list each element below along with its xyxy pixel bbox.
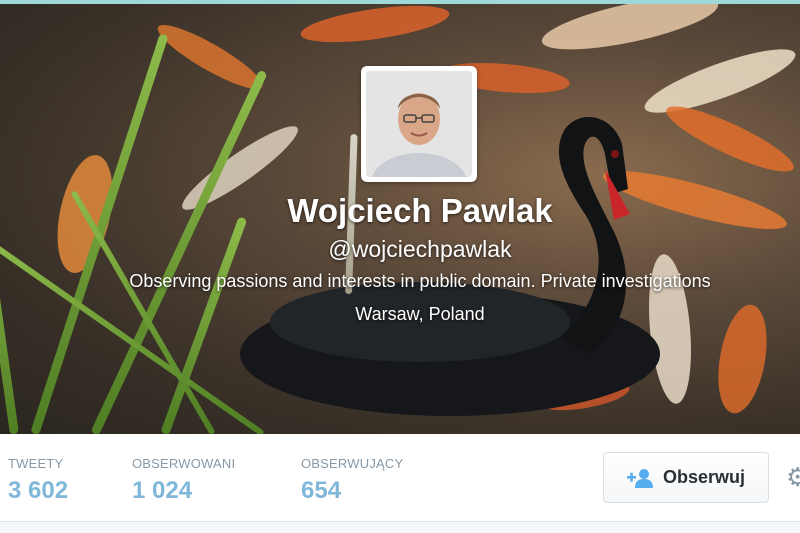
profile-avatar[interactable] [361, 66, 477, 182]
stat-value: 1 024 [132, 477, 193, 504]
profile-header: Wojciech Pawlak @wojciechpawlak Observin… [0, 4, 800, 434]
follow-button[interactable]: Obserwuj [603, 452, 769, 503]
gear-icon[interactable]: ⚙ [786, 462, 800, 493]
add-user-icon [626, 468, 653, 488]
avatar-photo [366, 71, 472, 177]
profile-stats-bar: TWEETY 3 602 OBSERWOWANI 1 024 OBSERWUJĄ… [0, 434, 800, 522]
profile-handle[interactable]: @wojciechpawlak [0, 236, 800, 263]
profile-location: Warsaw, Poland [355, 304, 485, 324]
follow-button-label: Obserwuj [662, 467, 746, 487]
profile-bio: Observing passions and interests in publ… [129, 271, 711, 291]
stat-label: TWEETY [8, 456, 64, 471]
profile-name: Wojciech Pawlak [287, 192, 553, 229]
stat-label: OBSERWUJĄCY [301, 456, 404, 471]
stat-followers[interactable]: OBSERWUJĄCY 654 [301, 456, 403, 505]
stat-value: 3 602 [8, 477, 69, 504]
stat-following[interactable]: OBSERWOWANI 1 024 [132, 456, 235, 505]
stat-tweets[interactable]: TWEETY 3 602 [8, 456, 68, 505]
stat-label: OBSERWOWANI [132, 456, 236, 471]
stat-value: 654 [301, 477, 342, 504]
